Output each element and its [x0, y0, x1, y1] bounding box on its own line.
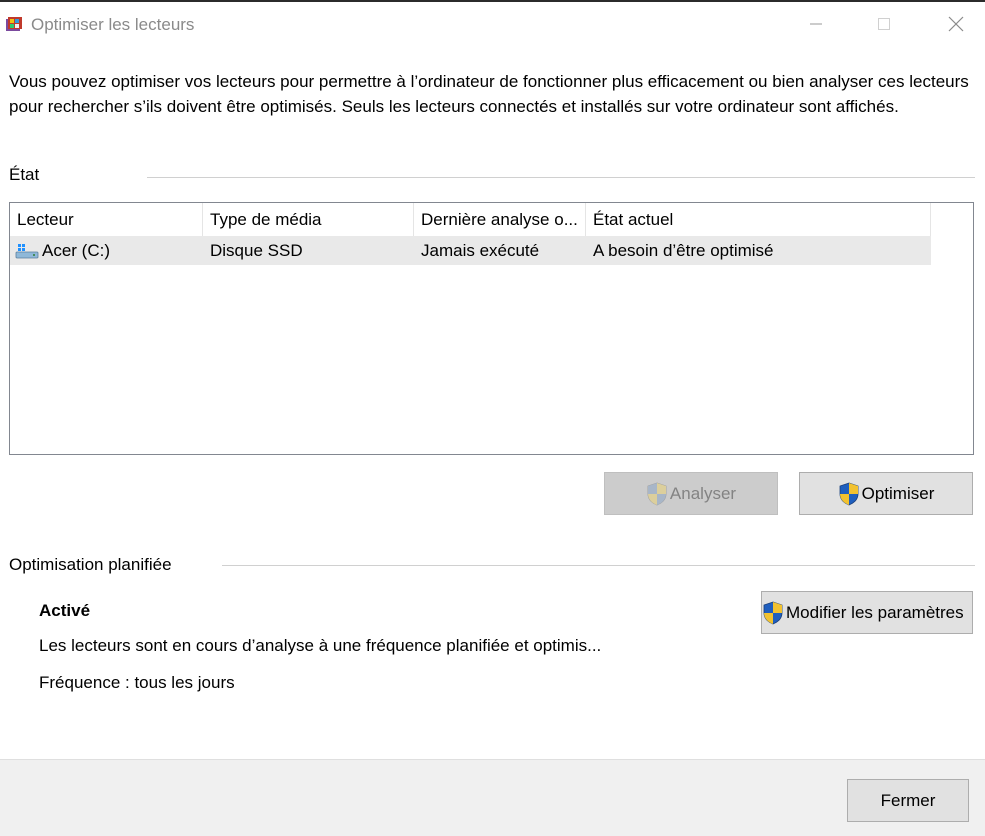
column-header-drive[interactable]: Lecteur	[10, 203, 203, 236]
scheduled-frequency: Fréquence : tous les jours	[39, 673, 235, 692]
drive-icon	[15, 244, 39, 259]
modify-settings-button[interactable]: Modifier les paramètres	[761, 591, 973, 634]
cell-last-analysis: Jamais exécuté	[421, 241, 540, 260]
cell-current-state: A besoin d’être optimisé	[593, 241, 774, 260]
status-separator	[147, 177, 975, 178]
column-header-last-analysis[interactable]: Dernière analyse o...	[414, 203, 586, 236]
drives-list[interactable]: Lecteur Type de média Dernière analyse o…	[9, 202, 974, 455]
optimize-button-label: Optimiser	[861, 483, 935, 503]
analyze-button[interactable]: Analyser	[604, 472, 778, 515]
footer-bar: Fermer	[0, 759, 985, 836]
status-section-label: État	[9, 165, 40, 184]
scheduled-status: Activé	[39, 601, 91, 620]
modify-settings-label: Modifier les paramètres	[786, 602, 964, 622]
minimize-icon	[810, 23, 822, 25]
optimize-button[interactable]: Optimiser	[799, 472, 973, 515]
analyze-button-label: Analyser	[669, 483, 737, 503]
scheduled-section-label: Optimisation planifiée	[9, 555, 172, 574]
column-header-current-state[interactable]: État actuel	[586, 203, 931, 236]
close-button[interactable]: Fermer	[847, 779, 969, 822]
scheduled-separator	[222, 565, 975, 566]
list-header: Lecteur Type de média Dernière analyse o…	[10, 203, 931, 236]
cell-drive: Acer (C:)	[42, 241, 110, 260]
shield-icon	[839, 482, 859, 505]
shield-icon	[647, 482, 667, 505]
close-window-button[interactable]	[926, 2, 985, 46]
close-icon	[948, 16, 964, 32]
title-bar[interactable]: Optimiser les lecteurs	[0, 2, 985, 46]
scheduled-description: Les lecteurs sont en cours d’analyse à u…	[39, 636, 602, 655]
window-title: Optimiser les lecteurs	[31, 15, 195, 34]
minimize-button[interactable]	[786, 2, 846, 46]
intro-text: Vous pouvez optimiser vos lecteurs pour …	[9, 72, 969, 116]
close-button-label: Fermer	[880, 790, 936, 810]
maximize-icon	[878, 18, 890, 30]
column-header-media-type[interactable]: Type de média	[203, 203, 414, 236]
table-row[interactable]: Acer (C:) Disque SSD Jamais exécuté A be…	[10, 236, 931, 265]
maximize-button[interactable]	[854, 2, 914, 46]
shield-icon	[763, 601, 783, 624]
defrag-icon	[6, 17, 22, 31]
cell-media-type: Disque SSD	[210, 241, 303, 260]
